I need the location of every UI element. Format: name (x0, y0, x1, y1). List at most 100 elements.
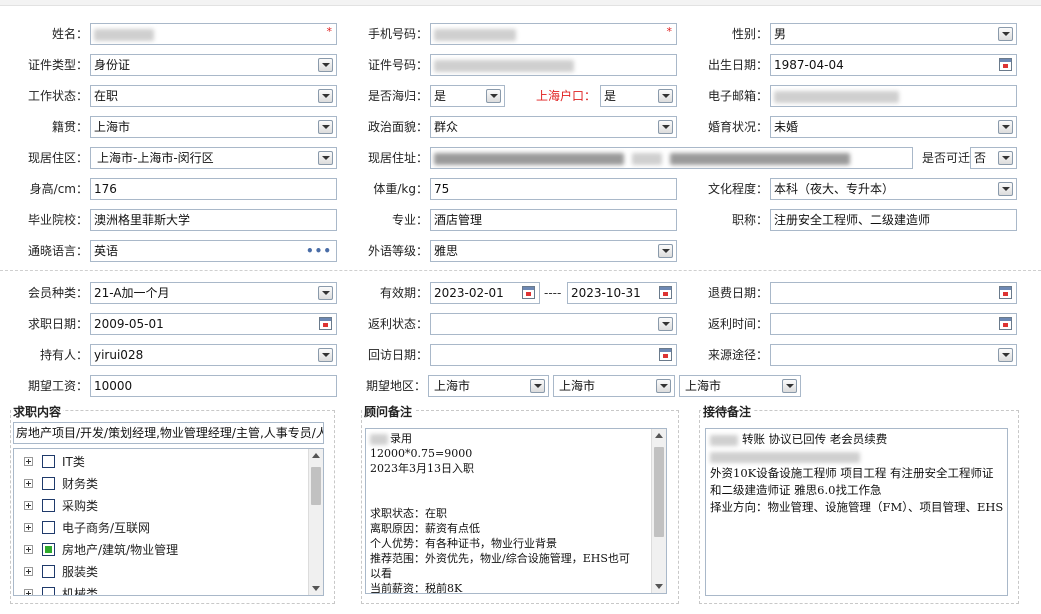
dropdown-arrow-icon[interactable] (530, 379, 545, 393)
more-options-icon[interactable]: ••• (306, 241, 332, 261)
checkbox[interactable] (42, 499, 55, 512)
dropdown-arrow-icon[interactable] (998, 348, 1013, 362)
title-label: 职称： (731, 213, 768, 227)
hukou-select[interactable]: 是 (600, 85, 677, 107)
scroll-down-icon[interactable] (655, 584, 663, 589)
dropdown-arrow-icon[interactable] (658, 89, 673, 103)
phone-field[interactable]: * (430, 23, 677, 45)
checkbox-partial[interactable] (42, 543, 55, 556)
edu-select[interactable]: 本科（夜大、专升本） (770, 178, 1017, 200)
salary-field[interactable]: 10000 (90, 375, 337, 397)
dropdown-arrow-icon[interactable] (782, 379, 797, 393)
email-field[interactable] (770, 85, 1017, 107)
height-field[interactable]: 176 (90, 178, 337, 200)
dropdown-arrow-icon[interactable] (318, 348, 333, 362)
relocate-select[interactable]: 否 (970, 147, 1017, 169)
dropdown-arrow-icon[interactable] (318, 286, 333, 300)
checkbox[interactable] (42, 455, 55, 468)
calendar-icon[interactable] (659, 348, 672, 361)
gender-select[interactable]: 男 (770, 23, 1017, 45)
member-type-select[interactable]: 21-A加一个月 (90, 282, 337, 304)
region-province-select[interactable]: 上海市 (428, 375, 549, 397)
idtype-select[interactable]: 身份证 (90, 54, 337, 76)
expand-icon[interactable] (24, 545, 33, 554)
checkbox[interactable] (42, 477, 55, 490)
region-city-select[interactable]: 上海市 (553, 375, 675, 397)
dropdown-arrow-icon[interactable] (658, 317, 673, 331)
valid-to-field[interactable]: 2023-10-31 (567, 282, 677, 304)
job-category-tree[interactable]: IT类 财务类 采购类 电子商务/互联网 房地产/建筑/物业管理 服装类 机械类 (13, 448, 324, 596)
expand-icon[interactable] (24, 567, 33, 576)
dropdown-arrow-icon[interactable] (318, 120, 333, 134)
visit-field[interactable] (430, 344, 677, 366)
expand-icon[interactable] (24, 523, 33, 532)
workstatus-select[interactable]: 在职 (90, 85, 337, 107)
expand-icon[interactable] (24, 589, 33, 595)
tree-item[interactable]: 采购类 (24, 496, 304, 516)
tree-item[interactable]: 财务类 (24, 474, 304, 494)
reception-notes-textarea[interactable]: 转账 协议已回传 老会员续费 外资10K设备设施工程师 项目工程 有注册安全工程… (705, 428, 1008, 596)
calendar-icon[interactable] (319, 317, 332, 330)
job-summary-field[interactable]: 房地产项目/开发/策划经理,物业管理经理/主管,人事专员/人 (13, 422, 324, 444)
scroll-thumb[interactable] (311, 467, 321, 505)
dropdown-arrow-icon[interactable] (998, 182, 1013, 196)
valid-from-field[interactable]: 2023-02-01 (430, 282, 540, 304)
returnee-select[interactable]: 是 (430, 85, 505, 107)
expand-icon[interactable] (24, 457, 33, 466)
holder-select[interactable]: yirui028 (90, 344, 337, 366)
calendar-icon[interactable] (659, 286, 672, 299)
rebate-time-field[interactable] (770, 313, 1017, 335)
checkbox[interactable] (42, 565, 55, 578)
dropdown-arrow-icon[interactable] (486, 89, 501, 103)
tree-item[interactable]: IT类 (24, 452, 304, 472)
tree-scrollbar[interactable] (308, 449, 323, 595)
dropdown-arrow-icon[interactable] (998, 27, 1013, 41)
native-select[interactable]: 上海市 (90, 116, 337, 138)
birth-field[interactable]: 1987-04-04 (770, 54, 1017, 76)
checkbox[interactable] (42, 587, 55, 595)
expand-icon[interactable] (24, 501, 33, 510)
dropdown-arrow-icon[interactable] (656, 379, 671, 393)
source-select[interactable] (770, 344, 1017, 366)
refund-field[interactable] (770, 282, 1017, 304)
notes-scrollbar[interactable] (651, 429, 666, 593)
langlevel-select[interactable]: 雅思 (430, 240, 677, 262)
calendar-icon[interactable] (999, 286, 1012, 299)
rebate-status-select[interactable] (430, 313, 677, 335)
weight-field[interactable]: 75 (430, 178, 677, 200)
dropdown-arrow-icon[interactable] (318, 151, 333, 165)
marital-select[interactable]: 未婚 (770, 116, 1017, 138)
scroll-thumb[interactable] (654, 447, 664, 537)
region-district-select[interactable]: 上海市 (679, 375, 801, 397)
idno-field[interactable] (430, 54, 677, 76)
dropdown-arrow-icon[interactable] (998, 120, 1013, 134)
tree-item[interactable]: 服装类 (24, 562, 304, 582)
calendar-icon[interactable] (999, 317, 1012, 330)
curaddr-field[interactable] (430, 147, 913, 169)
tree-item[interactable]: 电子商务/互联网 (24, 518, 304, 538)
title-field[interactable]: 注册安全工程师、二级建造师 (770, 209, 1017, 231)
calendar-icon[interactable] (999, 58, 1012, 71)
scroll-up-icon[interactable] (312, 453, 320, 458)
school-field[interactable]: 澳洲格里菲斯大学 (90, 209, 337, 231)
dropdown-arrow-icon[interactable] (998, 151, 1013, 165)
lang-field[interactable]: 英语 ••• (90, 240, 337, 262)
dropdown-arrow-icon[interactable] (658, 120, 673, 134)
dropdown-arrow-icon[interactable] (318, 89, 333, 103)
curarea-select[interactable]: 上海市-上海市-闵行区 (90, 147, 337, 169)
tree-item[interactable]: 机械类 (24, 584, 304, 595)
name-field[interactable]: * (90, 23, 337, 45)
scroll-down-icon[interactable] (312, 586, 320, 591)
advisor-notes-textarea[interactable]: 录用 12000*0.75=9000 2023年3月13日入职 求职状态：在职 … (365, 428, 667, 594)
expand-icon[interactable] (24, 479, 33, 488)
dropdown-arrow-icon[interactable] (318, 58, 333, 72)
jobdate-field[interactable]: 2009-05-01 (90, 313, 337, 335)
tree-item[interactable]: 房地产/建筑/物业管理 (24, 540, 304, 560)
major-field[interactable]: 酒店管理 (430, 209, 677, 231)
calendar-icon[interactable] (522, 286, 535, 299)
scroll-up-icon[interactable] (655, 433, 663, 438)
checkbox[interactable] (42, 521, 55, 534)
dropdown-arrow-icon[interactable] (658, 244, 673, 258)
note-line: 2023年3月13日入职 (370, 462, 474, 475)
political-select[interactable]: 群众 (430, 116, 677, 138)
